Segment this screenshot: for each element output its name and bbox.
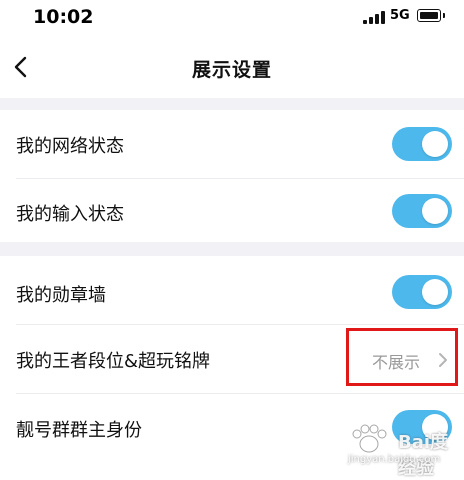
- rank-badge-label: 我的王者段位&超玩铭牌: [16, 351, 211, 372]
- setting-row-input-status: 我的输入状态: [0, 179, 464, 242]
- watermark-url: jingyan.baidu.com: [348, 454, 441, 465]
- status-time: 10:02: [33, 6, 94, 28]
- input-status-label: 我的输入状态: [16, 204, 124, 225]
- paw-icon: [352, 424, 387, 453]
- badge-wall-label: 我的勋章墙: [16, 285, 106, 306]
- page-title: 展示设置: [191, 59, 272, 81]
- section-separator: [0, 98, 464, 110]
- group-owner-label: 靓号群群主身份: [16, 420, 142, 441]
- network-status-label: 我的网络状态: [16, 136, 124, 157]
- section-separator: [0, 242, 464, 256]
- input-status-toggle[interactable]: [392, 194, 452, 228]
- network-type: 5G: [390, 8, 410, 23]
- baidu-watermark: Bai度经验 jingyan.baidu.com: [340, 424, 462, 479]
- setting-row-network-status: 我的网络状态: [0, 110, 464, 178]
- signal-icon: [363, 11, 385, 24]
- status-bar: 10:02 5G: [0, 0, 464, 36]
- nav-bar: 展示设置: [0, 36, 464, 98]
- setting-row-badge-wall: 我的勋章墙: [0, 256, 464, 324]
- annotation-highlight-box: [346, 328, 458, 386]
- badge-wall-toggle[interactable]: [392, 275, 452, 309]
- network-status-toggle[interactable]: [392, 127, 452, 161]
- battery-icon: [417, 9, 445, 22]
